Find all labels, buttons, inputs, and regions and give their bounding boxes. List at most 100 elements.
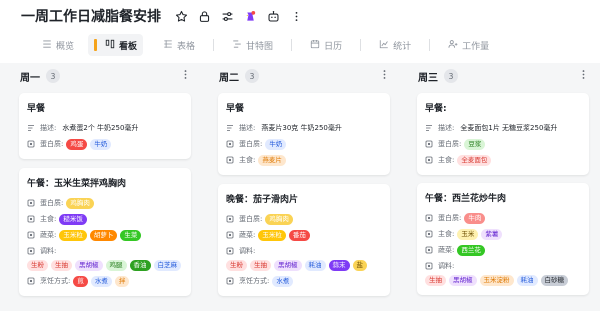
option-tag: 生抽 — [425, 275, 446, 286]
option-field-icon — [226, 247, 234, 255]
more-vertical-icon[interactable] — [378, 69, 390, 83]
field-name: 描述: — [438, 123, 455, 132]
option-tag: 生抽 — [51, 260, 72, 271]
ai-assistant-icon[interactable] — [242, 8, 259, 25]
option-tag: 水煮 — [90, 275, 112, 287]
option-tag: 白芝麻 — [153, 260, 181, 271]
option-tag: 糙米饭 — [59, 213, 87, 225]
tab-label: 看板 — [119, 41, 138, 52]
option-field-icon — [425, 262, 433, 270]
field-name: 主食: — [438, 229, 455, 238]
option-field-icon — [425, 214, 433, 222]
card-field: 调料: — [27, 244, 183, 258]
option-tag: 玉米粒 — [59, 229, 87, 241]
field-name: 蛋白质: — [40, 198, 64, 207]
robot-icon[interactable] — [265, 8, 282, 25]
column-count-badge: 3 — [444, 69, 458, 83]
tab-calendar[interactable]: 日历 — [304, 34, 348, 56]
option-field-icon — [425, 246, 433, 254]
meal-card[interactable]: 早餐: 描述: 全麦面包1片 无糖豆浆250毫升 蛋白质: 豆浆 主食: 全麦面包 — [417, 93, 589, 175]
option-tag: 紫薯 — [481, 228, 503, 240]
tab-gantt[interactable]: 甘特图 — [226, 34, 279, 56]
option-tag: 燕麦片 — [258, 154, 286, 166]
card-field: 蛋白质: 鸡胸肉 — [226, 212, 382, 226]
field-value: 水煮蛋2个 牛奶250毫升 — [62, 123, 139, 132]
card-field: 蔬菜: 玉米粒 番茄 — [226, 228, 382, 242]
option-tag: 胡萝卜 — [89, 229, 118, 241]
option-tag: 牛肉 — [464, 212, 486, 224]
option-tag: 黑胡椒 — [449, 275, 477, 286]
column-header: 周二 3 — [199, 63, 397, 89]
option-tag: 鸡腿 — [105, 260, 127, 271]
card-field: 蛋白质: 鸡蛋 牛奶 — [27, 137, 183, 151]
tab-statistics[interactable]: 统计 — [373, 34, 417, 56]
field-name: 调料: — [40, 246, 57, 255]
card-title: 早餐 — [226, 104, 245, 114]
tab-kanban[interactable]: 看板 — [88, 34, 144, 56]
gantt-icon — [232, 39, 242, 52]
option-tag: 蒜末 — [328, 260, 350, 271]
field-value: 全麦面包1片 无糖豆浆250毫升 — [460, 123, 558, 132]
settings-sliders-icon[interactable] — [219, 8, 236, 25]
meal-card[interactable]: 午餐：西兰花炒牛肉 蛋白质: 牛肉 主食: 玉米 紫薯 蔬菜: 西兰花 调料: 生抽 黑胡椒 玉米淀粉… — [417, 183, 589, 295]
more-vertical-icon[interactable] — [179, 69, 191, 83]
meal-card[interactable]: 早餐描述: 水煮蛋2个 牛奶250毫升蛋白质: 鸡蛋 牛奶 — [19, 93, 191, 159]
more-vertical-icon[interactable] — [288, 8, 305, 25]
card-field: 蛋白质: 牛奶 — [226, 137, 382, 151]
option-tag: 玉米 — [457, 228, 479, 240]
text-field-icon — [226, 124, 234, 132]
option-tag-list: 生抽 黑胡椒 玉米淀粉 耗油 白砂糖 — [425, 275, 581, 286]
option-tag: 耗油 — [516, 275, 538, 286]
option-field-icon — [27, 199, 35, 207]
option-tag: 玉米淀粉 — [479, 275, 514, 286]
tab-label: 概览 — [56, 41, 75, 52]
option-tag: 煎 — [73, 275, 88, 287]
view-tabs: 概览 看板 表格 甘特图 日历 统计 工作量 — [0, 33, 600, 57]
tab-table[interactable]: 表格 — [157, 34, 201, 56]
option-tag: 番茄 — [288, 229, 310, 241]
option-tag: 生粉 — [226, 260, 247, 271]
option-tag: 牛奶 — [90, 138, 112, 150]
card-title: 午餐：西兰花炒牛肉 — [425, 194, 507, 204]
more-vertical-icon[interactable] — [577, 69, 589, 83]
field-name: 主食: — [438, 155, 455, 164]
card-field: 蔬菜: 西兰花 — [425, 243, 581, 257]
tab-label: 表格 — [177, 41, 196, 52]
field-name: 描述: — [239, 123, 256, 132]
card-field: 蛋白质: 牛肉 — [425, 211, 581, 225]
lock-icon[interactable] — [196, 8, 213, 25]
card-field: 描述: 燕麦片30克 牛奶250毫升 — [226, 121, 382, 135]
field-name: 蛋白质: — [239, 214, 263, 223]
tab-workload[interactable]: 工作量 — [442, 34, 495, 56]
option-tag: 水煮 — [272, 275, 294, 287]
field-name: 描述: — [40, 123, 57, 132]
option-tag: 西兰花 — [457, 244, 485, 256]
text-field-icon — [425, 124, 433, 132]
card-field: 描述: 全麦面包1片 无糖豆浆250毫升 — [425, 121, 581, 135]
option-field-icon — [27, 215, 35, 223]
field-name: 蛋白质: — [438, 213, 462, 222]
meal-card[interactable]: 晚餐：茄子滑肉片 蛋白质: 鸡胸肉 蔬菜: 玉米粒 番茄 调料: 生粉 生抽 黑胡椒 耗油 蒜末盐烹饪… — [218, 184, 390, 296]
option-field-icon — [425, 140, 433, 148]
meal-card[interactable]: 早餐 描述: 燕麦片30克 牛奶250毫升 蛋白质: 牛奶 主食: 燕麦片 — [218, 93, 390, 175]
tab-overview[interactable]: 概览 — [36, 34, 80, 56]
option-tag: 鸡胸肉 — [66, 197, 94, 209]
card-field: 调料: — [425, 259, 581, 273]
card-title: 早餐 — [27, 104, 46, 114]
option-field-icon — [226, 277, 234, 285]
board-column: 周二 3 早餐 描述: 燕麦片30克 牛奶250毫升 蛋白质: 牛奶 主食: 燕麦片 晚餐：茄子滑… — [199, 63, 397, 311]
option-field-icon — [226, 231, 234, 239]
option-tag: 豆浆 — [464, 138, 486, 150]
option-field-icon — [226, 140, 234, 148]
divider — [360, 39, 362, 51]
kanban-board: 周一 3 早餐 描述: 水煮蛋2个 牛奶250毫升 蛋白质: 鸡蛋 牛奶 午餐：玉米生菜拌鸡胸肉… — [0, 63, 600, 311]
option-field-icon — [226, 156, 234, 164]
option-tag-list: 生粉 生抽 黑胡椒 鸡腿 香油 白芝麻 — [27, 260, 183, 271]
field-name: 蔬菜: — [438, 245, 455, 254]
star-icon[interactable] — [173, 8, 190, 25]
meal-card[interactable]: 午餐：玉米生菜拌鸡胸肉 蛋白质: 鸡胸肉 主食: 糙米饭 蔬菜: 玉米粒 胡萝卜 生菜 调料: 生粉… — [19, 168, 191, 296]
board-column: 周三 3 早餐: 描述: 全麦面包1片 无糖豆浆250毫升 蛋白质: 豆浆 主食: 全麦面包 午餐… — [398, 63, 596, 311]
option-tag: 生抽 — [250, 260, 271, 271]
option-tag: 生粉 — [27, 260, 48, 271]
option-field-icon — [27, 140, 35, 148]
